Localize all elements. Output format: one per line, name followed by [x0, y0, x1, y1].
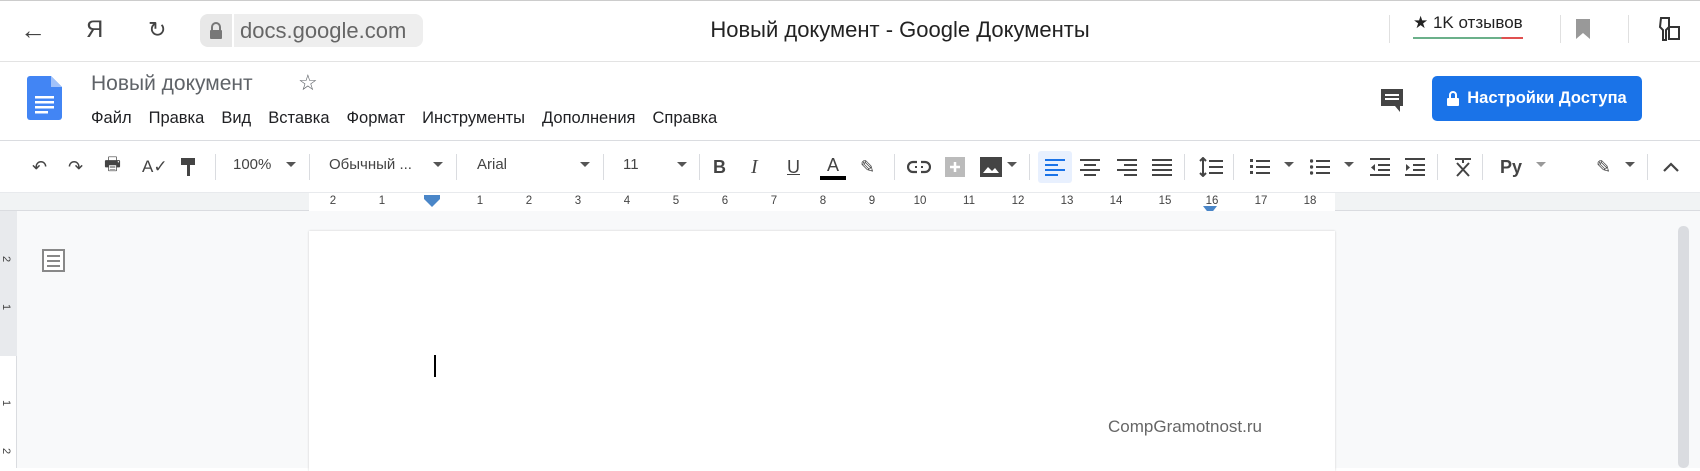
ruler-label: 8: [819, 195, 827, 207]
insert-image-icon[interactable]: [980, 154, 1002, 180]
menu-insert[interactable]: Вставка: [268, 109, 329, 128]
style-dropdown-icon[interactable]: [433, 162, 443, 167]
align-center-button[interactable]: [1080, 154, 1100, 180]
link-icon[interactable]: [907, 154, 931, 180]
undo-icon[interactable]: ↶: [32, 154, 47, 180]
bulleted-list-dropdown-icon[interactable]: [1344, 162, 1354, 167]
share-label: Настройки Доступа: [1467, 89, 1627, 107]
vertical-scrollbar[interactable]: [1678, 226, 1689, 468]
menu-bar: Файл Правка Вид Вставка Формат Инструмен…: [91, 109, 734, 128]
document-page[interactable]: CompGramotnost.ru: [309, 231, 1335, 471]
ruler-label: 1: [476, 195, 484, 207]
menu-format[interactable]: Формат: [347, 109, 406, 128]
input-tools-dropdown-icon[interactable]: [1536, 162, 1546, 167]
ruler-label: 15: [1158, 195, 1172, 207]
ruler-label: 1: [0, 399, 13, 407]
ruler-label: 11: [963, 195, 975, 207]
numbered-list-dropdown-icon[interactable]: [1284, 162, 1294, 167]
paint-format-icon[interactable]: [180, 154, 196, 180]
horizontal-ruler[interactable]: 2 1 1 2 3 4 5 6 7 8 9 10 11 12 13 14 15 …: [0, 192, 1700, 215]
ruler-label: 10: [913, 195, 927, 207]
document-canvas: 2 1 1 2 CompGramotnost.ru: [0, 211, 1700, 471]
font-dropdown-icon[interactable]: [580, 162, 590, 167]
ruler-label: 2: [329, 195, 337, 207]
share-button[interactable]: Настройки Доступа: [1432, 76, 1642, 121]
spellcheck-icon[interactable]: A✓: [142, 154, 168, 180]
menu-edit[interactable]: Правка: [149, 109, 205, 128]
browser-bar: ← Я ↻ docs.google.com Новый документ - G…: [0, 0, 1700, 62]
ruler-label: 1: [378, 195, 386, 207]
ruler-label: 2: [0, 447, 13, 455]
ruler-label: 9: [868, 195, 876, 207]
clear-formatting-icon[interactable]: [1454, 154, 1472, 180]
redo-icon[interactable]: ↷: [68, 154, 83, 180]
ruler-label: 2: [525, 195, 533, 207]
align-right-button[interactable]: [1117, 154, 1137, 180]
ruler-label: 4: [623, 195, 631, 207]
editing-mode-icon[interactable]: ✎: [1596, 154, 1611, 180]
ruler-label: 1: [0, 303, 13, 311]
menu-help[interactable]: Справка: [653, 109, 718, 128]
justify-button[interactable]: [1152, 154, 1172, 180]
ruler-label: 3: [574, 195, 582, 207]
ruler-label: 5: [672, 195, 680, 207]
font-select[interactable]: Arial: [477, 156, 507, 173]
editing-mode-dropdown-icon[interactable]: [1625, 162, 1635, 167]
underline-button[interactable]: U: [787, 154, 800, 180]
menu-view[interactable]: Вид: [221, 109, 251, 128]
highlight-icon[interactable]: ✎: [860, 154, 875, 180]
collapse-toolbar-icon[interactable]: [1663, 154, 1679, 180]
line-spacing-icon[interactable]: [1199, 154, 1223, 180]
menu-tools[interactable]: Инструменты: [422, 109, 525, 128]
ruler-label: 2: [0, 255, 13, 263]
image-dropdown-icon[interactable]: [1007, 162, 1017, 167]
zoom-select[interactable]: 100%: [233, 156, 271, 173]
font-size-dropdown-icon[interactable]: [677, 162, 687, 167]
ruler-label: 18: [1303, 195, 1317, 207]
numbered-list-icon[interactable]: [1250, 154, 1270, 180]
input-tools-button[interactable]: Py: [1500, 154, 1522, 180]
ruler-label: 17: [1254, 195, 1268, 207]
ruler-label: 12: [1011, 195, 1025, 207]
ruler-label: 13: [1060, 195, 1074, 207]
text-color-button[interactable]: A: [820, 154, 846, 180]
bold-button[interactable]: B: [713, 154, 726, 180]
comments-icon[interactable]: [1379, 87, 1405, 118]
ruler-label: 7: [770, 195, 778, 207]
left-indent-marker-icon[interactable]: [424, 194, 440, 212]
document-title[interactable]: Новый документ: [91, 72, 253, 96]
star-icon[interactable]: ☆: [298, 70, 318, 96]
increase-indent-icon[interactable]: [1405, 154, 1425, 180]
bookmark-icon[interactable]: [1576, 19, 1590, 44]
italic-button[interactable]: I: [751, 154, 758, 180]
vertical-ruler[interactable]: 2 1 1 2: [0, 211, 17, 468]
ruler-label: 6: [721, 195, 729, 207]
watermark: CompGramotnost.ru: [1108, 417, 1262, 436]
decrease-indent-icon[interactable]: [1370, 154, 1390, 180]
reviews-link[interactable]: ★ 1K отзывов: [1413, 13, 1523, 39]
menu-addons[interactable]: Дополнения: [542, 109, 635, 128]
docs-header: Новый документ ☆ Файл Правка Вид Вставка…: [0, 62, 1700, 141]
menu-file[interactable]: Файл: [91, 109, 132, 128]
bulleted-list-icon[interactable]: [1310, 154, 1330, 180]
text-cursor: [434, 355, 436, 377]
toolbar: ↶ ↷ 🖶 A✓ 100% Обычный ... Arial 11 B I U…: [0, 142, 1700, 192]
print-icon[interactable]: 🖶: [104, 154, 121, 180]
document-outline-icon[interactable]: [42, 249, 65, 277]
docs-logo-icon[interactable]: [27, 76, 62, 125]
add-comment-icon[interactable]: [945, 154, 965, 180]
style-select[interactable]: Обычный ...: [329, 156, 412, 173]
align-left-button[interactable]: [1038, 151, 1072, 183]
ruler-label: 14: [1109, 195, 1123, 207]
font-size-select[interactable]: 11: [623, 156, 639, 173]
extension-icon[interactable]: [1657, 15, 1683, 48]
zoom-dropdown-icon[interactable]: [286, 162, 296, 167]
lock-icon: [1447, 91, 1460, 106]
